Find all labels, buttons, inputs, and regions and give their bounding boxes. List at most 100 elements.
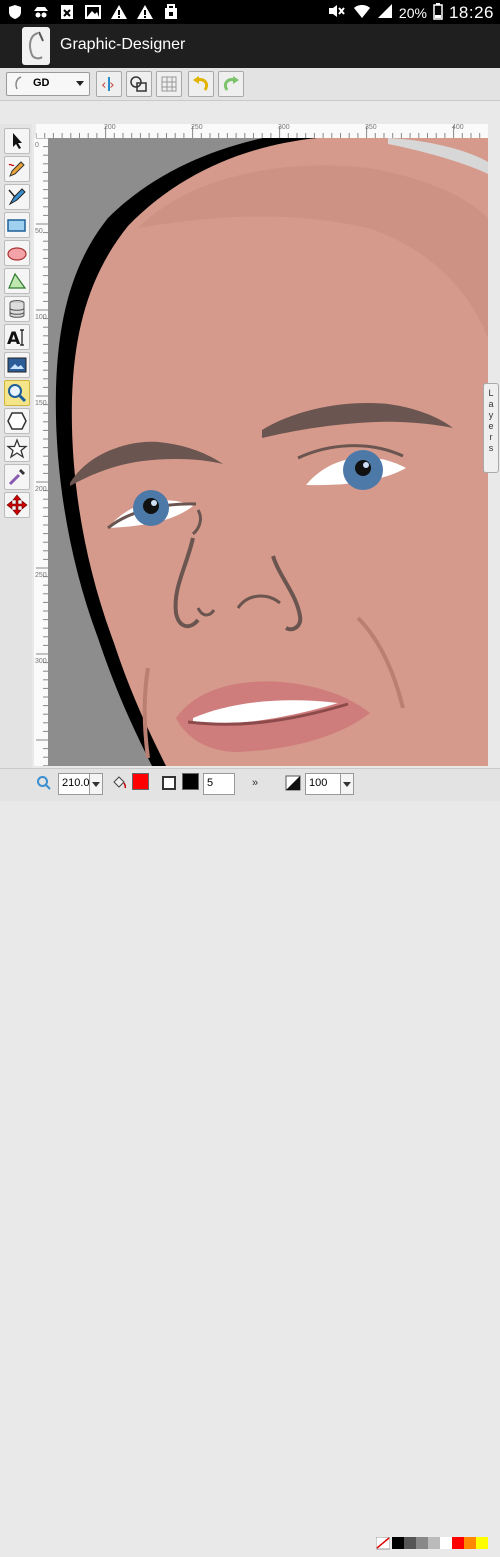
image-tool[interactable] bbox=[4, 352, 30, 378]
battery-label: 20% bbox=[398, 4, 427, 21]
left-pupil bbox=[143, 498, 159, 514]
ruler-label: 250 bbox=[35, 572, 47, 579]
ruler-label: 350 bbox=[365, 124, 377, 131]
notification-icons bbox=[6, 3, 180, 21]
zoom-value: 210.0 bbox=[62, 777, 90, 789]
ruler-label: 200 bbox=[104, 124, 116, 131]
star-tool[interactable] bbox=[4, 436, 30, 462]
tool-palette: A bbox=[0, 124, 32, 800]
pen-tool[interactable] bbox=[4, 184, 30, 210]
redo-button[interactable] bbox=[218, 71, 244, 97]
image-icon bbox=[84, 3, 102, 21]
palette-swatch[interactable] bbox=[392, 1537, 404, 1549]
ruler-label: 100 bbox=[35, 314, 47, 321]
stroke-width-value: 5 bbox=[207, 777, 214, 789]
polygon-icon bbox=[8, 272, 27, 289]
layers-tab-label: Layers bbox=[488, 388, 494, 453]
zoom-icon bbox=[36, 775, 52, 796]
star-icon bbox=[6, 438, 28, 459]
rectangle-icon bbox=[7, 219, 26, 232]
alert-icon bbox=[136, 3, 154, 21]
ruler-label: 0 bbox=[35, 142, 39, 149]
bottom-bar: 210.0 5 » 100 bbox=[0, 768, 500, 1550]
ellipse-tool[interactable] bbox=[4, 240, 30, 266]
alert-icon bbox=[110, 3, 128, 21]
pencil-icon bbox=[8, 161, 25, 177]
image-icon bbox=[7, 357, 27, 373]
action-bar: Graphic-Designer bbox=[0, 24, 500, 68]
stroke-width-input[interactable]: 5 bbox=[203, 773, 235, 795]
palette-swatch[interactable] bbox=[440, 1537, 452, 1549]
ruler-label: 400 bbox=[452, 124, 464, 131]
polygon-tool[interactable] bbox=[4, 268, 30, 294]
grid-icon bbox=[161, 76, 177, 92]
xml-editor-button[interactable]: ‹› bbox=[96, 71, 122, 97]
chevron-down-icon bbox=[76, 81, 84, 86]
wifi-icon bbox=[353, 3, 371, 22]
palette-swatch[interactable] bbox=[464, 1537, 476, 1549]
zoom-icon bbox=[8, 384, 27, 403]
palette-swatch[interactable] bbox=[476, 1537, 488, 1549]
palette-swatch[interactable] bbox=[428, 1537, 440, 1549]
shapes-button[interactable] bbox=[126, 71, 152, 97]
pencil-tool[interactable] bbox=[4, 156, 30, 182]
drawing-canvas[interactable] bbox=[48, 138, 488, 766]
select-tool[interactable] bbox=[4, 128, 30, 154]
shapes-icon bbox=[130, 76, 147, 92]
undo-button[interactable] bbox=[188, 71, 214, 97]
layers-tab[interactable]: Layers bbox=[483, 383, 499, 473]
app-logo-icon[interactable] bbox=[22, 27, 50, 65]
palette-swatch[interactable] bbox=[452, 1537, 464, 1549]
fill-color-swatch[interactable] bbox=[132, 773, 149, 790]
hexagon-icon bbox=[7, 412, 27, 430]
vertical-ruler: 0 50 100 150 200 250 300 bbox=[34, 138, 49, 766]
right-pupil bbox=[355, 460, 371, 476]
document-icon bbox=[11, 75, 27, 94]
opacity-dropdown-button[interactable] bbox=[340, 773, 354, 795]
mute-icon bbox=[327, 3, 347, 22]
eyedropper-tool[interactable] bbox=[4, 464, 30, 490]
system-icons: 20% 18:26 bbox=[327, 2, 494, 23]
right-eye-shine bbox=[363, 462, 369, 468]
zoom-tool[interactable] bbox=[4, 380, 30, 406]
ruler-label: 200 bbox=[35, 486, 47, 493]
ruler-label: 250 bbox=[191, 124, 203, 131]
opacity-input[interactable]: 100 bbox=[305, 773, 341, 795]
color-palette bbox=[374, 1536, 490, 1557]
ruler-label: 150 bbox=[35, 400, 47, 407]
text-icon: A bbox=[7, 329, 24, 349]
horizontal-ruler: 200 250 300 350 400 bbox=[36, 124, 488, 139]
svg-text:‹›: ‹› bbox=[100, 78, 116, 93]
fill-bucket-icon bbox=[110, 774, 128, 797]
bag-icon bbox=[162, 3, 180, 21]
toolbar: GD ‹› bbox=[0, 68, 500, 101]
battery-icon bbox=[433, 2, 443, 23]
clock: 18:26 bbox=[448, 2, 494, 22]
redo-icon bbox=[223, 76, 239, 91]
opacity-icon bbox=[284, 774, 302, 797]
face-drawing[interactable] bbox=[48, 138, 488, 766]
undo-icon bbox=[193, 76, 209, 91]
document-select-label: GD bbox=[33, 77, 50, 89]
zoom-dropdown-button[interactable] bbox=[89, 773, 103, 795]
stroke-color-swatch[interactable] bbox=[182, 773, 199, 790]
text-tool[interactable]: A bbox=[4, 324, 30, 350]
move-tool[interactable] bbox=[4, 492, 30, 518]
no-color-icon[interactable] bbox=[375, 1536, 391, 1556]
incognito-icon bbox=[32, 3, 50, 21]
database-tool[interactable] bbox=[4, 296, 30, 322]
document-select[interactable]: GD bbox=[6, 72, 90, 96]
eyedropper-icon bbox=[8, 469, 25, 486]
palette-swatch[interactable] bbox=[404, 1537, 416, 1549]
message-icon bbox=[58, 3, 76, 21]
stroke-icon bbox=[160, 774, 178, 797]
code-icon: ‹› bbox=[100, 77, 116, 93]
grid-button[interactable] bbox=[156, 71, 182, 97]
hexagon-tool[interactable] bbox=[4, 408, 30, 434]
zoom-input[interactable]: 210.0 bbox=[58, 773, 90, 795]
palette-swatch[interactable] bbox=[416, 1537, 428, 1549]
rectangle-tool[interactable] bbox=[4, 212, 30, 238]
more-button[interactable]: » bbox=[252, 777, 258, 789]
ellipse-icon bbox=[7, 247, 27, 261]
signal-icon bbox=[377, 3, 393, 22]
